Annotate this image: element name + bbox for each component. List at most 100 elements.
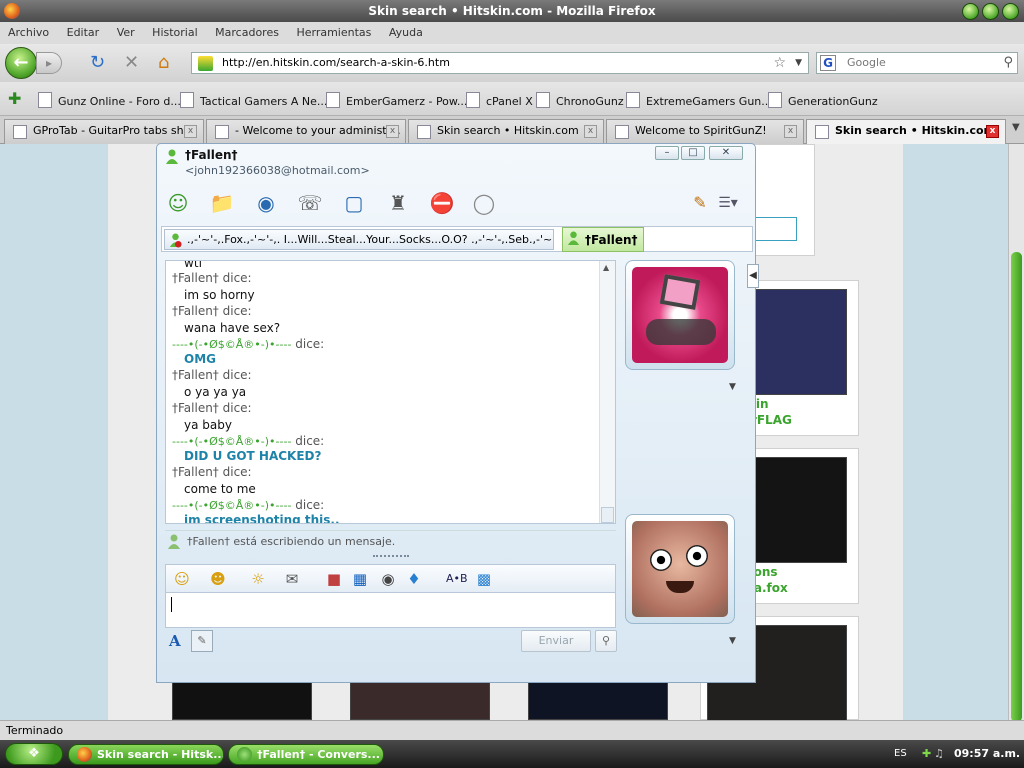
forward-button[interactable]: ▸ — [36, 52, 62, 74]
msn-minimize-button[interactable]: – — [655, 146, 679, 160]
more-actions-icon[interactable]: ▩ — [474, 569, 494, 589]
font-icon[interactable]: A — [169, 632, 181, 650]
collapse-panel-icon[interactable]: ◀ — [747, 264, 759, 288]
tab-hitskin-active[interactable]: Skin search • Hitskin.com x — [806, 119, 1006, 145]
voice-clip-icon[interactable]: ✉ — [282, 569, 302, 589]
home-icon[interactable]: ⌂ — [158, 54, 169, 72]
close-button[interactable] — [1002, 3, 1019, 20]
chat-sender-self: ----•(-•Ø$©Å®•-)•---- dice: — [172, 337, 325, 351]
color-grid-icon[interactable]: ▦ — [350, 569, 370, 589]
google-engine-icon[interactable]: G — [820, 55, 836, 71]
menu-dropdown-icon[interactable]: ☰▾ — [715, 190, 741, 216]
bookmark-embergamerz[interactable]: EmberGamerz - Pow... — [326, 92, 467, 108]
menu-archivo[interactable]: Archivo — [8, 26, 49, 39]
spell-check-icon[interactable]: A•B — [446, 569, 468, 589]
skin-thumbnail[interactable] — [172, 680, 312, 720]
chat-message: wana have sex? — [184, 321, 281, 335]
bookmark-cpanel[interactable]: cPanel X — [466, 92, 533, 108]
emoticon-icon[interactable]: ☺ — [172, 569, 192, 589]
url-dropdown-icon[interactable]: ▼ — [795, 53, 802, 73]
start-button[interactable]: ❖ — [5, 743, 63, 765]
search-icon[interactable]: ⚲ — [595, 630, 617, 652]
block-contact-icon[interactable]: ⛔ — [429, 190, 455, 216]
taskbar-messenger[interactable]: †Fallen† - Convers... — [228, 744, 384, 765]
tab-gprotab[interactable]: GProTab - GuitarPro tabs sh... x — [4, 119, 204, 144]
volume-icon[interactable]: ♫ — [934, 740, 944, 768]
firefox-titlebar: Skin search • Hitskin.com - Mozilla Fire… — [0, 0, 1024, 22]
search-icon[interactable]: ⚲ — [1003, 53, 1013, 73]
bookmark-star-icon[interactable]: ☆ — [773, 53, 786, 73]
contact-avatar[interactable] — [625, 260, 735, 370]
my-avatar-menu-icon[interactable]: ▼ — [729, 636, 736, 646]
nudge-icon[interactable]: ☼ — [248, 569, 268, 589]
chat-sender: †Fallen† dice: — [172, 271, 252, 285]
url-input[interactable]: http://en.hitskin.com/search-a-skin-6.ht… — [191, 52, 809, 74]
message-input[interactable] — [165, 592, 616, 628]
activities-icon[interactable]: ◯ — [471, 190, 497, 216]
share-icon[interactable]: ♦ — [404, 569, 424, 589]
tab-spiritgunz[interactable]: Welcome to SpiritGunZ! x — [606, 119, 804, 144]
bookmark-extremegamers[interactable]: ExtremeGamers Gun... — [626, 92, 772, 108]
tab-close-icon[interactable]: x — [784, 125, 797, 138]
bookmark-tactical-gamers[interactable]: Tactical Gamers A Ne... — [180, 92, 327, 108]
add-bookmark-icon[interactable]: ✚ — [8, 89, 21, 108]
bookmark-generationgunz[interactable]: GenerationGunz — [768, 92, 878, 108]
invite-contact-icon[interactable]: ☺ — [165, 190, 191, 216]
chat-message-self: im screenshoting this.. — [184, 513, 340, 524]
send-button[interactable]: Enviar — [521, 630, 591, 652]
tab-hitskin-1[interactable]: Skin search • Hitskin.com x — [408, 119, 604, 144]
msn-close-button[interactable]: ✕ — [709, 146, 743, 160]
menu-ver[interactable]: Ver — [117, 26, 135, 39]
msn-maximize-button[interactable]: □ — [681, 146, 705, 160]
bookmark-gunz-online[interactable]: Gunz Online - Foro d... — [38, 92, 181, 108]
wink-icon[interactable]: ☻ — [208, 569, 228, 589]
webcam-icon[interactable]: ◉ — [253, 190, 279, 216]
handwriting-icon[interactable]: ✎ — [191, 630, 213, 652]
bookmark-chronogunz[interactable]: ChronoGunz — [536, 92, 624, 108]
page-scrollbar[interactable] — [1008, 144, 1024, 722]
search-input[interactable]: G Google ⚲ — [816, 52, 1018, 74]
language-indicator[interactable]: ES — [894, 740, 907, 768]
minimize-button[interactable] — [962, 3, 979, 20]
system-tray: ES ✚ ♫ 09:57 a.m. — [894, 740, 1024, 768]
chat-message-self: OMG — [184, 352, 216, 366]
background-icon[interactable]: ■ — [324, 569, 344, 589]
video-icon[interactable]: ▢ — [341, 190, 367, 216]
msn-tray-icon[interactable]: ✚ — [922, 740, 931, 768]
conversation-tab-fallen[interactable]: †Fallen† — [562, 227, 644, 252]
reload-icon[interactable]: ↻ — [90, 54, 105, 72]
contact-status-icon — [567, 231, 580, 245]
taskbar-firefox[interactable]: Skin search - Hitsk... — [68, 744, 224, 765]
menu-ayuda[interactable]: Ayuda — [389, 26, 423, 39]
contact-avatar-menu-icon[interactable]: ▼ — [729, 382, 736, 392]
skin-thumbnail[interactable] — [350, 680, 490, 720]
skin-thumbnail[interactable] — [528, 680, 668, 720]
text-caret — [171, 597, 172, 612]
resize-grip[interactable] — [373, 555, 409, 559]
tab-list-icon[interactable]: ▼ — [1012, 122, 1020, 133]
send-files-icon[interactable]: 📁 — [209, 190, 235, 216]
menu-historial[interactable]: Historial — [152, 26, 197, 39]
stop-icon[interactable]: ✕ — [124, 54, 139, 72]
tab-close-icon[interactable]: x — [386, 125, 399, 138]
call-icon[interactable]: ☏ — [297, 190, 323, 216]
maximize-button[interactable] — [982, 3, 999, 20]
back-button[interactable]: ← — [5, 47, 37, 79]
tab-close-icon[interactable]: x — [584, 125, 597, 138]
scroll-up-icon[interactable]: ▲ — [603, 263, 609, 272]
menu-marcadores[interactable]: Marcadores — [215, 26, 279, 39]
menu-herramientas[interactable]: Herramientas — [296, 26, 371, 39]
games-icon[interactable]: ♜ — [385, 190, 411, 216]
chat-scrollbar[interactable]: ▲ ▼ — [599, 261, 615, 523]
paint-brush-icon[interactable]: ✎ — [687, 190, 713, 216]
sound-icon[interactable]: ◉ — [378, 569, 398, 589]
chat-scroll-thumb[interactable] — [601, 507, 614, 523]
tab-close-icon[interactable]: x — [184, 125, 197, 138]
menu-editar[interactable]: Editar — [67, 26, 100, 39]
contact-email: <john192366038@hotmail.com> — [185, 164, 370, 177]
scrollbar-thumb[interactable] — [1011, 252, 1022, 722]
conversation-tab-fox[interactable]: .,-'~'-,.Fox.,-'~'-,. I...Will...Steal..… — [164, 229, 554, 250]
my-avatar[interactable] — [625, 514, 735, 624]
tab-close-icon[interactable]: x — [986, 125, 999, 138]
tab-admin[interactable]: - Welcome to your administr... x — [206, 119, 406, 144]
